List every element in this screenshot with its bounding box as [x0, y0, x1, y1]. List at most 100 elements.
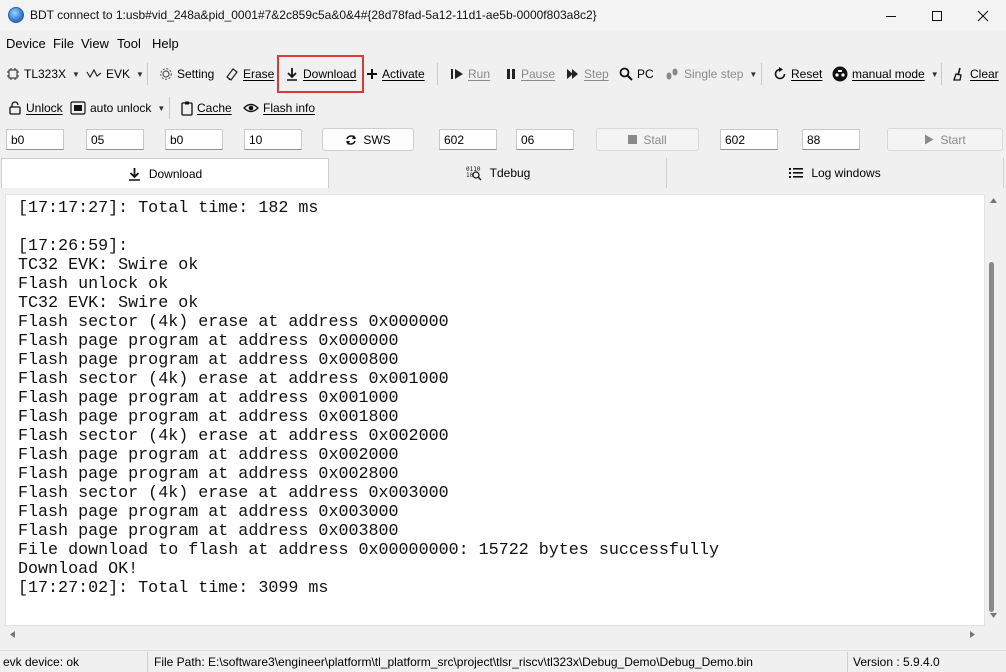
- download-icon: [128, 167, 140, 181]
- menu-tool[interactable]: Tool: [117, 36, 141, 51]
- file-path: File Path: E:\software3\engineer\platfor…: [154, 655, 753, 669]
- log-line: TC32 EVK: Swire ok: [18, 294, 199, 313]
- status-divider: [147, 652, 148, 672]
- activate-button[interactable]: Activate: [366, 64, 425, 84]
- mode-label: manual mode: [852, 67, 925, 81]
- download-icon: [287, 68, 297, 81]
- tab-bar: Download 0110 10 Tdebug Log windows: [0, 158, 1006, 188]
- param-input-6[interactable]: [516, 129, 574, 150]
- scroll-right-icon[interactable]: [970, 631, 975, 638]
- tab-log-windows[interactable]: Log windows: [667, 158, 1004, 188]
- broom-icon: [953, 67, 962, 81]
- reset-label: Reset: [791, 67, 823, 81]
- pause-label: Pause: [521, 67, 556, 81]
- maximize-icon[interactable]: [914, 0, 960, 31]
- menu-device[interactable]: Device: [6, 36, 46, 51]
- vertical-scroll-thumb[interactable]: [989, 262, 994, 612]
- param-input-7[interactable]: [720, 129, 778, 150]
- log-line: Flash page program at address 0x001000: [18, 389, 399, 408]
- log-line: Flash page program at address 0x002800: [18, 465, 399, 484]
- pause-button[interactable]: Pause: [505, 64, 555, 84]
- board-label: EVK: [106, 67, 131, 81]
- cache-label: Cache: [197, 101, 232, 115]
- run-button[interactable]: Run: [450, 64, 490, 84]
- close-icon[interactable]: [960, 0, 1006, 31]
- stall-label: Stall: [643, 132, 667, 147]
- param-input-8[interactable]: [802, 129, 860, 150]
- log-line: Flash page program at address 0x003000: [18, 503, 399, 522]
- scroll-down-icon[interactable]: [990, 613, 997, 618]
- scroll-left-icon[interactable]: [10, 631, 15, 638]
- gear-icon: [160, 68, 172, 80]
- log-line: Flash sector (4k) erase at address 0x000…: [18, 313, 449, 332]
- tab-download[interactable]: Download: [1, 158, 329, 188]
- sws-button[interactable]: SWS: [322, 128, 414, 151]
- param-input-4[interactable]: [244, 129, 302, 150]
- play-icon: [925, 134, 934, 145]
- reset-button[interactable]: Reset: [773, 64, 822, 84]
- tab-log-windows-label: Log windows: [811, 166, 881, 180]
- clear-button[interactable]: Clear: [952, 64, 999, 84]
- clipboard-icon: [181, 101, 193, 116]
- param-input-2[interactable]: [86, 129, 144, 150]
- download-button[interactable]: Download: [285, 64, 356, 84]
- pc-label: PC: [637, 67, 654, 81]
- minimize-icon[interactable]: [868, 0, 914, 31]
- binary-search-icon: 011010: [466, 166, 482, 181]
- log-line: [17:17:27]: Total time: 182 ms: [18, 199, 319, 218]
- step-label: Step: [584, 67, 609, 81]
- chip-select[interactable]: TL323X ▼: [6, 64, 80, 84]
- flash-info-button[interactable]: Flash info: [243, 98, 315, 118]
- log-output[interactable]: [17:17:27]: Total time: 182 ms [17:26:59…: [5, 194, 985, 626]
- step-button[interactable]: Step: [566, 64, 609, 84]
- menu-bar: Device File View Tool Help: [0, 34, 1006, 54]
- title-bar: BDT connect to 1:usb#vid_248a&pid_0001#7…: [0, 0, 1006, 31]
- log-line: Flash page program at address 0x002000: [18, 446, 399, 465]
- step-icon: [567, 69, 578, 79]
- chip-icon: [7, 68, 19, 80]
- unlock-button[interactable]: Unlock: [8, 98, 63, 118]
- stall-button[interactable]: Stall: [596, 128, 699, 151]
- setting-button[interactable]: Setting: [159, 64, 214, 84]
- chevron-down-icon: ▼: [72, 69, 80, 79]
- stop-icon: [628, 135, 638, 144]
- signal-icon: [86, 68, 102, 79]
- log-line: Flash sector (4k) erase at address 0x001…: [18, 370, 449, 389]
- board-select[interactable]: EVK ▼: [86, 64, 144, 84]
- param-input-5[interactable]: [439, 129, 497, 150]
- flash-info-label: Flash info: [263, 101, 316, 115]
- scroll-up-icon[interactable]: [990, 198, 997, 203]
- eye-icon: [243, 103, 259, 113]
- log-line: Flash unlock ok: [18, 275, 169, 294]
- horizontal-scrollbar[interactable]: [5, 626, 985, 643]
- mode-icon: [832, 66, 848, 82]
- pc-button[interactable]: PC: [619, 64, 654, 84]
- start-button[interactable]: Start: [887, 128, 1003, 151]
- tab-tdebug-label: Tdebug: [489, 166, 531, 180]
- cache-button[interactable]: Cache: [181, 98, 232, 118]
- tab-tdebug[interactable]: 0110 10 Tdebug: [330, 158, 667, 188]
- mode-select[interactable]: manual mode ▼: [832, 64, 939, 84]
- start-label: Start: [940, 132, 966, 147]
- log-line: Flash page program at address 0x000800: [18, 351, 399, 370]
- menu-view[interactable]: View: [81, 36, 109, 51]
- unlock-label: Unlock: [26, 101, 63, 115]
- menu-help[interactable]: Help: [152, 36, 179, 51]
- param-input-1[interactable]: [6, 129, 64, 150]
- pause-icon: [507, 69, 515, 79]
- log-line: Flash page program at address 0x003800: [18, 522, 399, 541]
- globe-app-icon: [8, 7, 24, 23]
- setting-label: Setting: [177, 67, 215, 81]
- param-input-3[interactable]: [165, 129, 223, 150]
- menu-file[interactable]: File: [53, 36, 74, 51]
- run-icon: [451, 69, 463, 79]
- toggle-box-icon: [70, 101, 86, 115]
- auto-unlock-select[interactable]: auto unlock ▼: [70, 98, 165, 118]
- search-icon: [619, 67, 633, 81]
- chevron-down-icon: ▼: [157, 103, 166, 113]
- chip-label: TL323X: [24, 67, 67, 81]
- single-step-select[interactable]: Single step ▼: [664, 64, 757, 84]
- plus-icon: [367, 69, 377, 79]
- erase-button[interactable]: Erase: [225, 64, 274, 84]
